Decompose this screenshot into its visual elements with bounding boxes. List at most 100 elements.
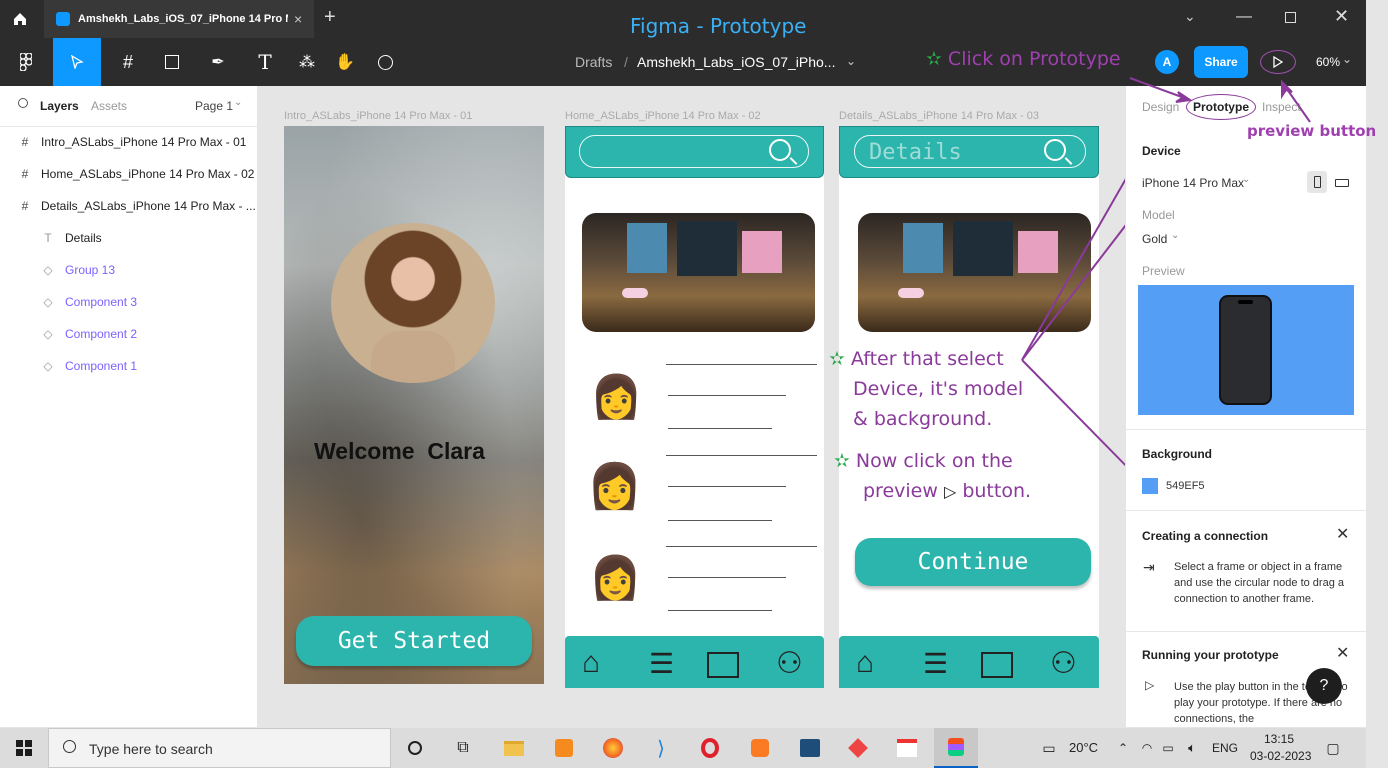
layer-label: Details — [65, 231, 102, 245]
windows-taskbar: Type here to search ⧉ ⟩ ▭ 20°C ⌃ ◠ ▭ 🔈︎ … — [0, 728, 1366, 768]
layer-label: Component 2 — [65, 327, 138, 341]
design-canvas[interactable]: Intro_ASLabs_iPhone 14 Pro Max - 01 Home… — [259, 86, 1125, 727]
maximize-button[interactable] — [1285, 12, 1296, 23]
frame-icon: # — [21, 167, 29, 181]
taskbar-search-placeholder: Type here to search — [89, 741, 213, 757]
zoom-level[interactable]: 60% — [1316, 55, 1340, 69]
close-icon[interactable]: ✕ — [1336, 643, 1349, 663]
opera-icon[interactable] — [695, 728, 725, 768]
search-layers-icon[interactable] — [18, 98, 28, 108]
app-icon-diamond[interactable] — [843, 728, 873, 768]
task-view-icon[interactable]: ⧉ — [448, 728, 478, 768]
play-icon: ▷ — [1145, 678, 1155, 692]
vscode-icon[interactable]: ⟩ — [646, 728, 676, 768]
chevron-up-icon[interactable]: ⌃ — [1114, 728, 1132, 768]
layer-details-frame[interactable]: # Details_ASLabs_iPhone 14 Pro Max - ... — [0, 190, 258, 222]
notifications-icon[interactable]: ▢ — [1320, 728, 1346, 768]
tab-layers[interactable]: Layers — [40, 99, 79, 113]
layer-label: Component 3 — [65, 295, 138, 309]
close-window-button[interactable]: ✕ — [1334, 6, 1349, 27]
star-icon: ✫ — [926, 48, 942, 70]
xampp-icon[interactable] — [745, 728, 775, 768]
cortana-icon[interactable] — [400, 728, 430, 768]
figma-menu-icon[interactable] — [6, 38, 46, 86]
move-tool-icon[interactable] — [53, 38, 101, 86]
layer-component-2[interactable]: ◇ Component 2 — [0, 318, 258, 350]
clock-date[interactable]: 03-02-2023 — [1250, 749, 1311, 763]
page-selector[interactable]: Page 1 — [195, 99, 233, 113]
chevron-down-icon[interactable]: ⌄ — [1242, 174, 1250, 185]
chevron-down-icon[interactable]: ⌄ — [1184, 8, 1196, 25]
sublime-text-icon[interactable] — [549, 728, 579, 768]
clock-time[interactable]: 13:15 — [1264, 732, 1294, 746]
file-menu-chevron-icon[interactable]: ⌄ — [846, 54, 856, 68]
layer-component-3[interactable]: ◇ Component 3 — [0, 286, 258, 318]
component-icon: ◇ — [43, 327, 53, 341]
zoom-chevron-icon[interactable]: ⌄ — [1342, 52, 1352, 66]
close-icon[interactable]: ✕ — [1336, 524, 1349, 544]
layer-label: Details_ASLabs_iPhone 14 Pro Max - ... — [41, 199, 256, 213]
component-icon: ◇ — [43, 359, 53, 373]
device-heading: Device — [1142, 144, 1181, 158]
model-heading: Model — [1142, 208, 1175, 222]
component-icon: ◇ — [43, 263, 53, 277]
layer-group-13[interactable]: ◇ Group 13 — [0, 254, 258, 286]
frame-icon: # — [21, 135, 29, 149]
windows-start-icon[interactable] — [0, 728, 48, 768]
window-title-bar: Amshekh_Labs_iOS_07_iPhone 14 Pro M × + … — [0, 0, 1366, 38]
firefox-icon[interactable] — [598, 728, 628, 768]
background-heading: Background — [1142, 447, 1213, 461]
temperature[interactable]: 20°C — [1069, 740, 1098, 755]
background-color-value[interactable]: 549EF5 — [1166, 480, 1205, 492]
layer-home-frame[interactable]: # Home_ASLabs_iPhone 14 Pro Max - 02 — [0, 158, 258, 190]
device-preview — [1138, 285, 1354, 415]
layer-component-1[interactable]: ◇ Component 1 — [0, 350, 258, 382]
shape-tool-icon[interactable] — [154, 38, 190, 86]
layer-details-text[interactable]: T Details — [0, 222, 258, 254]
annotation-text: Click on Prototype — [947, 48, 1121, 70]
calendar-app-icon[interactable] — [892, 728, 922, 768]
annotation-click-prototype: ✫ Click on Prototype — [926, 48, 1121, 70]
taskbar-search-box[interactable]: Type here to search — [48, 728, 391, 768]
chevron-down-icon[interactable]: ⌄ — [1171, 230, 1179, 241]
model-select[interactable]: Gold — [1142, 232, 1167, 246]
text-tool-icon[interactable]: T — [250, 38, 280, 86]
hand-tool-icon[interactable]: ✋ — [330, 38, 360, 86]
phone-preview-image — [1219, 295, 1272, 405]
portrait-orientation-icon[interactable] — [1307, 171, 1327, 193]
minimize-button[interactable]: — — [1236, 8, 1252, 26]
properties-panel: Design Prototype Inspect Device iPhone 1… — [1125, 86, 1366, 727]
landscape-orientation-icon[interactable] — [1335, 179, 1349, 187]
language-indicator[interactable]: ENG — [1212, 741, 1238, 755]
annotation-arrows — [1021, 178, 1125, 475]
home-icon[interactable] — [0, 0, 40, 38]
creating-connection-heading: Creating a connection — [1142, 529, 1269, 543]
new-tab-button[interactable]: + — [324, 6, 336, 29]
page-chevron-icon[interactable]: ⌄ — [234, 97, 242, 108]
breadcrumb-drafts[interactable]: Drafts — [575, 54, 612, 70]
component-icon: ◇ — [43, 295, 53, 309]
divider — [1126, 510, 1366, 511]
breadcrumb-separator: / — [624, 54, 628, 70]
volume-icon[interactable]: 🔈︎ — [1182, 728, 1202, 768]
file-name[interactable]: Amshekh_Labs_iOS_07_iPho... — [637, 54, 835, 70]
close-tab-icon[interactable]: × — [294, 11, 302, 27]
file-tab[interactable]: Amshekh_Labs_iOS_07_iPhone 14 Pro M × — [44, 0, 314, 38]
comment-tool-icon[interactable] — [370, 38, 400, 86]
device-select[interactable]: iPhone 14 Pro Max — [1142, 176, 1244, 190]
resources-icon[interactable]: ⁂ — [292, 38, 322, 86]
frame-tool-icon[interactable]: # — [110, 38, 146, 86]
layer-intro-frame[interactable]: # Intro_ASLabs_iPhone 14 Pro Max - 01 — [0, 126, 258, 158]
background-color-swatch[interactable] — [1142, 478, 1158, 494]
network-icon[interactable]: ◠ — [1138, 728, 1156, 768]
divider — [1126, 429, 1366, 430]
app-icon-blue[interactable] — [795, 728, 825, 768]
help-button[interactable]: ? — [1306, 668, 1342, 704]
tab-assets[interactable]: Assets — [91, 99, 127, 113]
text-layer-icon: T — [44, 231, 52, 245]
figma-taskbar-icon[interactable] — [934, 728, 978, 768]
file-explorer-icon[interactable] — [498, 728, 530, 768]
pen-tool-icon[interactable]: ✒ — [200, 38, 236, 86]
battery-icon[interactable]: ▭ — [1158, 728, 1178, 768]
weather-icon[interactable]: ▭ — [1036, 728, 1062, 768]
